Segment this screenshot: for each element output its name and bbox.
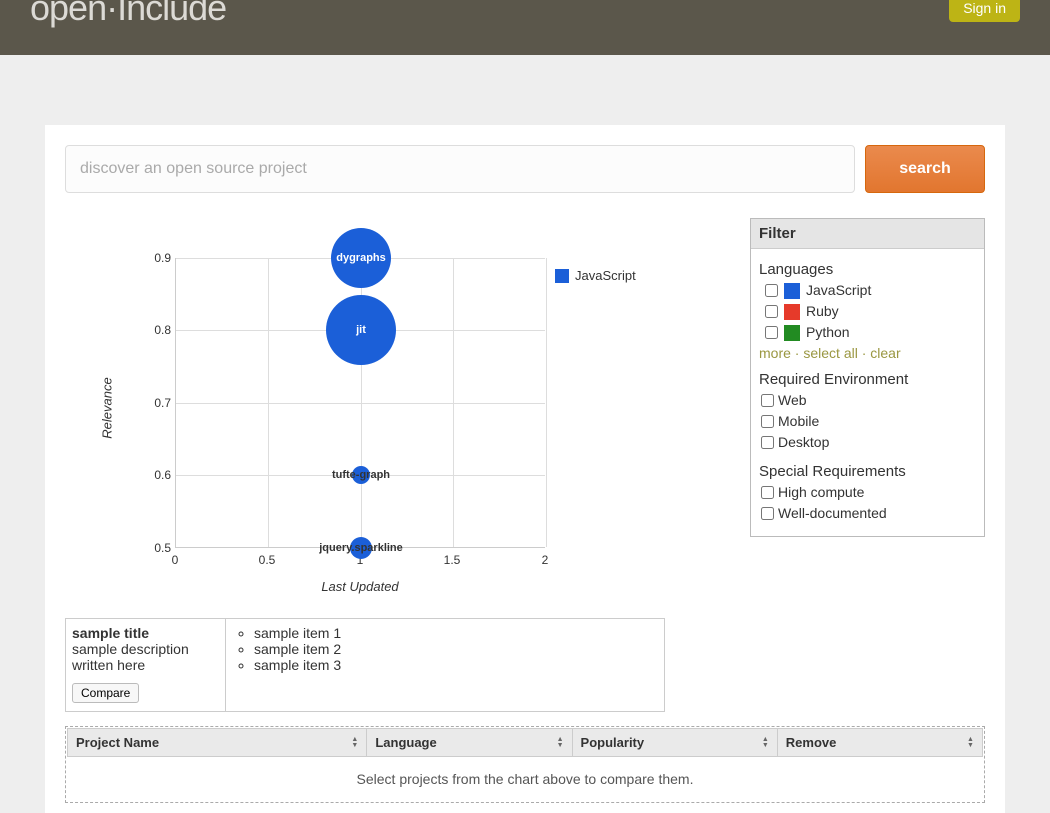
filter-clear-link[interactable]: clear	[870, 345, 900, 361]
search-button[interactable]: search	[865, 145, 985, 193]
chart-ylabel: Relevance	[100, 377, 115, 438]
chart-bubble[interactable]: tufte-graph	[352, 466, 370, 484]
compare-button[interactable]: Compare	[72, 683, 139, 703]
filter-language-label: Ruby	[806, 301, 839, 322]
filter-language-checkbox[interactable]	[765, 326, 778, 339]
chart-bubble[interactable]: jquery.sparkline	[350, 537, 372, 559]
compare-table-header: Project Name▲▼ Language▲▼ Popularity▲▼ R…	[67, 728, 983, 757]
ytick: 0.8	[143, 323, 171, 337]
signin-button[interactable]: Sign in	[949, 0, 1020, 22]
filter-special-title: Special Requirements	[759, 463, 976, 480]
search-row: search	[65, 145, 985, 193]
filter-language-row: Python	[759, 322, 976, 343]
brand: open·Include	[30, 0, 226, 26]
ytick: 0.7	[143, 396, 171, 410]
language-swatch-icon	[784, 283, 800, 299]
filter-env-checkbox[interactable]	[761, 415, 774, 428]
bubble-chart: Relevance 0.9 0.8 0.7 0.6 0.5 0 0.5 1 1.…	[65, 218, 740, 598]
filter-language-row: JavaScript	[759, 280, 976, 301]
sort-icon: ▲▼	[557, 737, 564, 749]
filter-env-label: Desktop	[778, 432, 829, 453]
sample-item: sample item 1	[254, 625, 654, 641]
filter-header: Filter	[751, 219, 984, 249]
legend-swatch-icon	[555, 269, 569, 283]
ytick: 0.9	[143, 251, 171, 265]
column-header[interactable]: Project Name▲▼	[68, 729, 367, 756]
chart-bubble[interactable]: jit	[326, 295, 396, 365]
filter-language-checkbox[interactable]	[765, 284, 778, 297]
filter-select-all-link[interactable]: select all	[803, 345, 857, 361]
compare-table-empty-msg: Select projects from the chart above to …	[67, 757, 983, 801]
plot-area: dygraphs jit tufte-graph jquery.sparklin…	[175, 258, 545, 548]
filter-env-label: Mobile	[778, 411, 819, 432]
search-input[interactable]	[65, 145, 855, 193]
xtick: 1.5	[444, 553, 461, 567]
sort-icon: ▲▼	[967, 737, 974, 749]
ytick: 0.5	[143, 541, 171, 555]
filter-special-checkbox[interactable]	[761, 486, 774, 499]
xtick: 0.5	[259, 553, 276, 567]
column-header[interactable]: Remove▲▼	[778, 729, 982, 756]
sample-description: sample description written here	[72, 641, 219, 673]
chart-legend: JavaScript	[555, 268, 636, 283]
sort-icon: ▲▼	[762, 737, 769, 749]
filter-special-checkbox[interactable]	[761, 507, 774, 520]
chart-bubble[interactable]: dygraphs	[331, 228, 391, 288]
filter-language-checkbox[interactable]	[765, 305, 778, 318]
sample-item: sample item 2	[254, 641, 654, 657]
compare-table: Project Name▲▼ Language▲▼ Popularity▲▼ R…	[65, 726, 985, 803]
sample-title: sample title	[72, 625, 219, 641]
sample-item: sample item 3	[254, 657, 654, 673]
topbar: open·Include Sign in	[0, 0, 1050, 55]
xtick: 0	[172, 553, 179, 567]
filter-special-label: High compute	[778, 482, 864, 503]
xtick: 2	[542, 553, 549, 567]
legend-label: JavaScript	[575, 268, 636, 283]
filter-language-label: Python	[806, 322, 850, 343]
filter-language-label: JavaScript	[806, 280, 871, 301]
filter-env-checkbox[interactable]	[761, 436, 774, 449]
sample-panel: sample title sample description written …	[65, 618, 665, 712]
filter-special-label: Well-documented	[778, 503, 887, 524]
filter-panel: Filter Languages JavaScript Ruby Python	[750, 218, 985, 537]
filter-env-checkbox[interactable]	[761, 394, 774, 407]
filter-more-link[interactable]: more	[759, 345, 791, 361]
column-header[interactable]: Popularity▲▼	[573, 729, 778, 756]
main-container: search Relevance 0.9 0.8 0.7 0.6 0.5 0 0…	[45, 125, 1005, 813]
chart-column: Relevance 0.9 0.8 0.7 0.6 0.5 0 0.5 1 1.…	[65, 218, 740, 598]
filter-env-title: Required Environment	[759, 371, 976, 388]
filter-languages-title: Languages	[759, 261, 976, 278]
sort-icon: ▲▼	[351, 737, 358, 749]
filter-language-row: Ruby	[759, 301, 976, 322]
column-header[interactable]: Language▲▼	[367, 729, 572, 756]
chart-xlabel: Last Updated	[65, 579, 655, 594]
ytick: 0.6	[143, 468, 171, 482]
filter-env-label: Web	[778, 390, 807, 411]
language-swatch-icon	[784, 304, 800, 320]
language-swatch-icon	[784, 325, 800, 341]
